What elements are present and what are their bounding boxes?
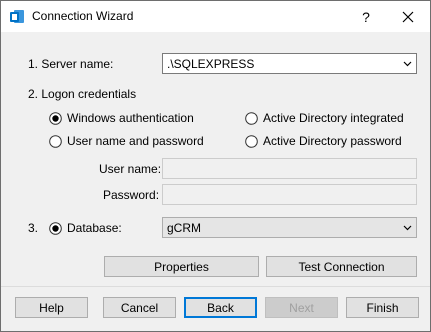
chevron-down-icon [403,61,412,67]
footer-separator [1,286,430,287]
connection-wizard-window: Connection Wizard ? 1. Server name: .\SQ… [0,0,431,332]
help-button-label: Help [39,300,64,315]
app-icon [10,10,24,23]
cancel-button-label: Cancel [120,300,159,315]
logon-credentials-label: 2. Logon credentials [28,87,137,101]
database-combobox[interactable]: gCRM [162,217,417,238]
radio-ad-password[interactable] [245,135,258,148]
properties-button[interactable]: Properties [104,256,259,277]
radio-database[interactable] [49,222,62,235]
help-button[interactable]: Help [15,297,88,318]
finish-button[interactable]: Finish [346,297,419,318]
finish-button-label: Finish [366,300,399,315]
server-name-label: 1. Server name: [28,57,114,71]
next-button-label: Next [289,300,314,315]
ad-integrated-label[interactable]: Active Directory integrated [263,111,404,125]
properties-button-label: Properties [154,259,209,274]
username-field-label: User name: [99,162,162,176]
database-number: 3. [28,221,39,235]
windows-auth-label[interactable]: Windows authentication [67,111,194,125]
next-button[interactable]: Next [265,297,338,318]
test-connection-button[interactable]: Test Connection [266,256,417,277]
close-icon [402,11,414,22]
username-password-label[interactable]: User name and password [67,134,204,148]
title-bar: Connection Wizard ? [1,1,430,32]
chevron-down-icon [403,225,412,231]
close-button[interactable] [386,1,430,32]
window-title: Connection Wizard [32,9,134,23]
help-title-label: ? [362,8,370,25]
ad-password-label[interactable]: Active Directory password [263,134,402,148]
help-title-button[interactable]: ? [344,1,388,32]
database-label[interactable]: Database: [67,221,122,235]
back-button-label: Back [207,300,234,315]
radio-windows-auth[interactable] [49,112,62,125]
radio-username-password[interactable] [49,135,62,148]
cancel-button[interactable]: Cancel [103,297,176,318]
test-connection-button-label: Test Connection [298,259,385,274]
password-field[interactable] [162,184,417,205]
server-name-value: .\SQLEXPRESS [167,57,255,71]
password-field-label: Password: [103,188,160,202]
radio-ad-integrated[interactable] [245,112,258,125]
server-name-combobox[interactable]: .\SQLEXPRESS [162,53,417,74]
database-value: gCRM [167,221,202,235]
username-field[interactable] [162,158,417,179]
back-button[interactable]: Back [184,297,257,318]
